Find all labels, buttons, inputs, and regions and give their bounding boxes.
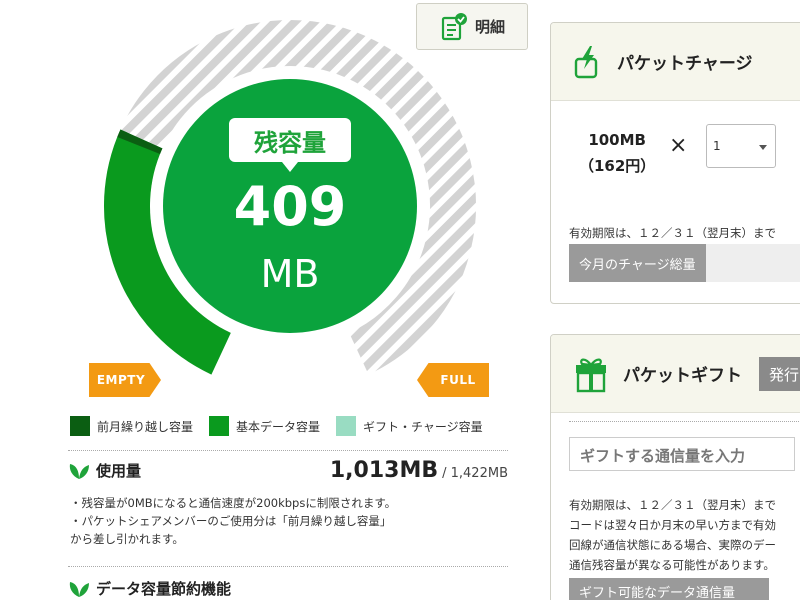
usage-note: から差し引かれます。 [70,532,184,546]
usage-note: ・残容量が0MBになると通信速度が200kbpsに制限されます。 [70,496,397,510]
charge-quantity-select[interactable]: 1 [706,124,776,168]
usage-title: 使用量 [96,462,142,480]
savings-title: データ容量節約機能 [96,580,232,598]
divider [68,450,508,451]
legend-label: ギフト・チャージ容量 [363,419,483,434]
gift-amount-input[interactable]: ギフトする通信量を入力 [569,437,795,471]
legend-label: 前月繰り越し容量 [97,419,194,434]
legend-item-basic: 基本データ容量 [209,416,320,436]
remaining-unit: MB [260,252,320,296]
legend-swatch [336,416,357,436]
issue-button[interactable]: 発行 [759,357,800,391]
gift-note: 通信残容量が異なる可能性があります。 [569,558,775,572]
leaf-icon [69,463,89,479]
gift-note: 有効期限は、１２／３１（翌月末）まで [569,498,776,512]
gift-box-icon [576,358,606,392]
charge-total-label: 今月のチャージ総量 [569,244,706,282]
charge-size: 100MB [588,131,646,149]
usage-value: 1,013MB/ 1,422MB [260,458,508,483]
gift-notes: 有効期限は、１２／３１（翌月末）まで コードは翌々日か月末の早い方まで有効 回線… [569,495,776,575]
divider [68,566,508,567]
usage-heading: 使用量 [68,460,141,481]
packet-gift-panel: パケットギフト 発行 ギフトする通信量を入力 有効期限は、１２／３１（翌月末）ま… [550,334,800,600]
phone-charge-icon [574,45,598,78]
charge-price: （162円） [579,157,656,175]
packet-charge-panel: パケットチャージ 100MB （162円） × 1 有効期限は、１２／３１（翌月… [550,22,800,304]
charge-expire-note: 有効期限は、１２／３１（翌月末）まで [569,226,776,240]
legend-item-carryover: 前月繰り越し容量 [70,416,193,436]
legend-swatch [70,416,90,436]
charge-quantity-value: 1 [713,139,721,153]
legend-swatch [209,416,230,436]
empty-tag: EMPTY [89,363,161,397]
gift-available-label: ギフト可能なデータ通信量 [569,578,769,600]
remaining-value: 409 [233,175,347,238]
charge-total-row: 今月のチャージ総量 [569,244,800,282]
usage-notes: ・残容量が0MBになると通信速度が200kbpsに制限されます。 ・パケットシェ… [70,494,510,548]
savings-heading: データ容量節約機能 [68,578,231,599]
leaf-icon [69,581,89,597]
charge-amount: 100MB （162円） [579,127,655,179]
gauge-carryover-arc [117,129,163,155]
packet-gift-title: パケットギフト [623,366,742,386]
usage-used: 1,013MB [329,458,439,483]
legend-label: 基本データ容量 [236,419,321,434]
divider [569,421,800,422]
gift-note: 回線が通信状態にある場合、実際のデー [569,538,776,552]
gift-note: コードは翌々日か月末の早い方まで有効 [569,518,776,532]
times-symbol: × [669,133,688,158]
usage-note: ・パケットシェアメンバーのご使用分は「前月繰り越し容量」 [70,514,392,528]
usage-total: / 1,422MB [442,466,508,481]
gauge-legend: 前月繰り越し容量 基本データ容量 ギフト・チャージ容量 [70,416,483,436]
full-tag: FULL [417,363,489,397]
legend-item-gift: ギフト・チャージ容量 [336,416,483,436]
packet-charge-header: パケットチャージ [551,23,800,101]
packet-charge-title: パケットチャージ [617,54,753,74]
data-usage-page: 明細 残容量 409 MB EMPTY FULL 前月繰り越し容量 基本データ容… [0,0,800,600]
remaining-label: 残容量 [229,118,351,172]
